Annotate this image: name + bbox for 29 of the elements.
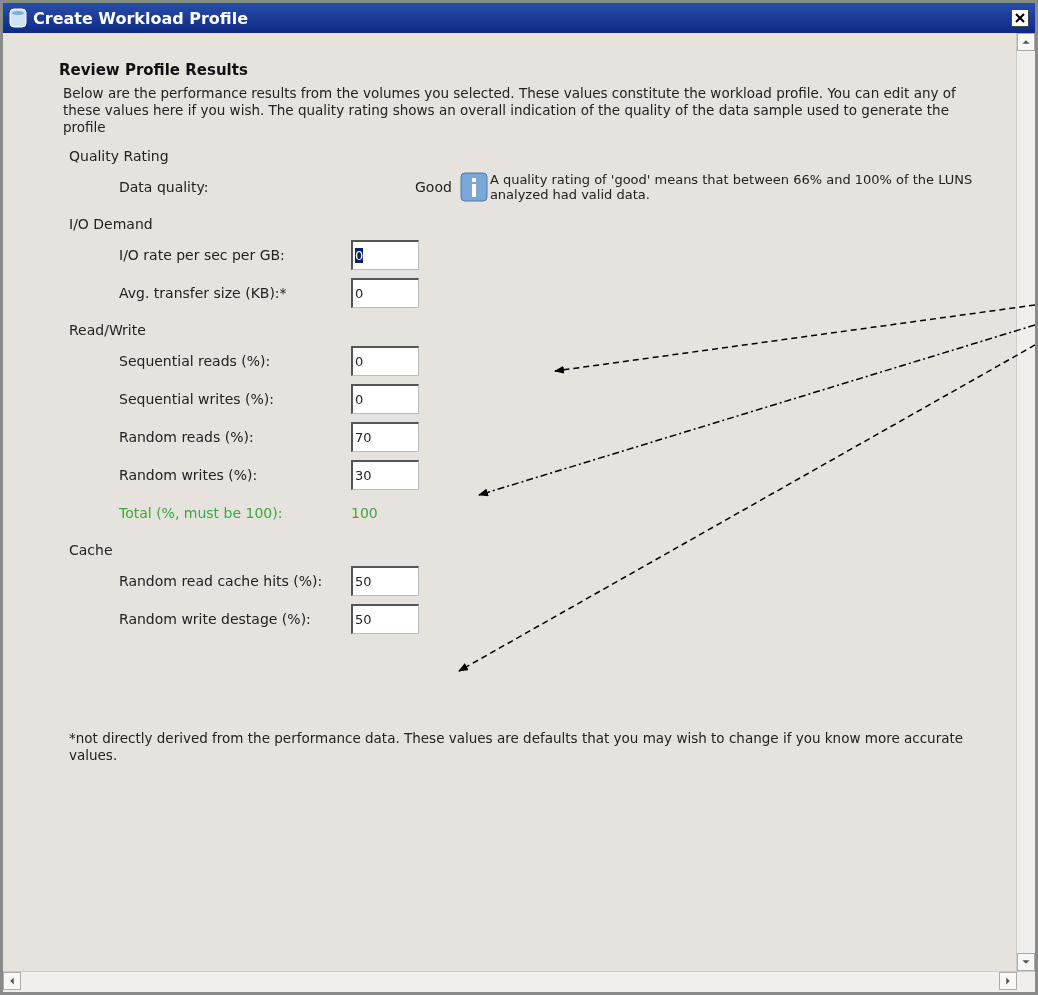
field-label: Sequential reads (%):: [119, 353, 272, 369]
field-label: I/O rate per sec per GB:: [119, 247, 286, 263]
field-label: Random read cache hits (%):: [119, 573, 324, 589]
field-label: Data quality:: [119, 179, 210, 195]
total-value: 100: [351, 505, 378, 521]
window-title: Create Workload Profile: [33, 8, 249, 28]
field-label: Sequential writes (%):: [119, 391, 275, 407]
rating-note: A quality rating of 'good' means that between 66% and 100% of the LUNS analyzed had valid data.: [489, 172, 974, 202]
input-field[interactable]: 30: [351, 460, 419, 490]
section-title: Cache: [69, 541, 114, 560]
field-label: Random writes (%):: [119, 467, 259, 483]
section-title: Read/Write: [69, 321, 147, 340]
field-label: Avg. transfer size (KB):*: [119, 285, 288, 301]
section-title: I/O Demand: [69, 215, 154, 234]
field-label: Random reads (%):: [119, 429, 255, 445]
intro-text: Below are the performance results from the volumes you selected. These values constitute the workload profile. You can edit any of these values here if you wish. The quality rating shows an overall indication of the quality of the data sample used to generate the profile: [63, 85, 957, 136]
input-field[interactable]: 50: [351, 604, 419, 634]
total-label: Total (%, must be 100):: [119, 505, 284, 521]
footnote-text: *not directly derived from the performance data. These values are defaults that you may wish to change if you know more accurate values.: [69, 730, 965, 764]
page-heading: Review Profile Results: [59, 61, 249, 79]
input-field[interactable]: 0: [351, 278, 419, 308]
input-field[interactable]: 0: [351, 346, 419, 376]
input-field[interactable]: 0: [351, 384, 419, 414]
section-title: Quality Rating: [69, 147, 170, 166]
input-field[interactable]: 0: [351, 240, 419, 270]
input-field[interactable]: 50: [351, 566, 419, 596]
input-field[interactable]: 70: [351, 422, 419, 452]
field-label: Random write destage (%):: [119, 611, 312, 627]
rating-value: Good: [415, 179, 452, 195]
